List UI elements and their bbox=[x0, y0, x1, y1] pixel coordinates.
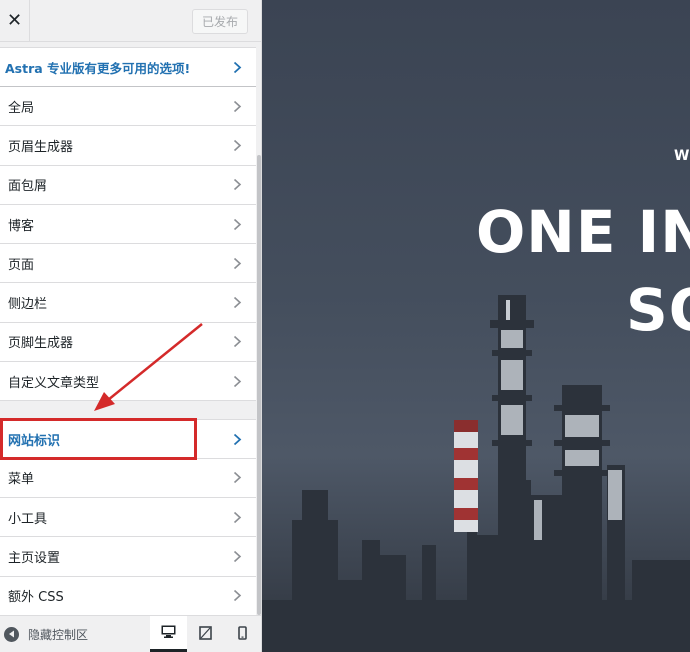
chevron-right-icon bbox=[230, 335, 244, 349]
section-global[interactable]: 全局 bbox=[0, 87, 256, 127]
chevron-right-icon bbox=[230, 510, 244, 524]
collapse-icon bbox=[4, 626, 19, 642]
section-header-builder[interactable]: 页眉生成器 bbox=[0, 126, 256, 166]
customizer-header: ✕ 已发布 bbox=[0, 0, 261, 42]
hero-eyebrow: WE bbox=[674, 148, 690, 164]
site-preview: WE ONE IN SO bbox=[262, 0, 690, 652]
section-additional-css[interactable]: 额外 CSS bbox=[0, 576, 256, 616]
tablet-icon bbox=[199, 625, 212, 644]
section-label: 页脚生成器 bbox=[8, 336, 74, 352]
chevron-right-icon bbox=[230, 432, 244, 446]
panel-scrollbar[interactable] bbox=[257, 155, 261, 615]
section-label: 页面 bbox=[8, 257, 35, 273]
section-label: 额外 CSS bbox=[8, 590, 64, 606]
section-homepage-settings[interactable]: 主页设置 bbox=[0, 537, 256, 577]
section-label: 小工具 bbox=[8, 511, 48, 527]
chevron-right-icon bbox=[230, 99, 244, 113]
section-label: 菜单 bbox=[8, 472, 35, 488]
chevron-right-icon bbox=[230, 296, 244, 310]
section-footer-builder[interactable]: 页脚生成器 bbox=[0, 322, 256, 363]
hero-heading-line-2: SO bbox=[626, 276, 690, 344]
section-blog[interactable]: 博客 bbox=[0, 204, 256, 245]
collapse-label: 隐藏控制区 bbox=[28, 627, 89, 642]
collapse-sidebar-button[interactable]: 隐藏控制区 bbox=[0, 626, 88, 643]
astra-pro-promo[interactable]: Astra 专业版有更多可用的选项! bbox=[0, 47, 256, 87]
chevron-right-icon bbox=[230, 60, 244, 74]
chevron-right-icon bbox=[230, 549, 244, 563]
preview-tablet-button[interactable] bbox=[187, 616, 224, 652]
section-page[interactable]: 页面 bbox=[0, 244, 256, 284]
chevron-right-icon bbox=[230, 374, 244, 388]
chevron-right-icon bbox=[230, 178, 244, 192]
preview-desktop-button[interactable] bbox=[150, 616, 187, 652]
section-label: 全局 bbox=[8, 100, 35, 116]
section-label: 自定义文章类型 bbox=[8, 375, 100, 391]
chevron-right-icon bbox=[230, 217, 244, 231]
section-label: 侧边栏 bbox=[8, 297, 48, 313]
section-widgets[interactable]: 小工具 bbox=[0, 497, 256, 538]
section-label: 主页设置 bbox=[8, 550, 61, 566]
section-label: 面包屑 bbox=[8, 179, 48, 195]
chevron-right-icon bbox=[230, 138, 244, 152]
section-site-identity[interactable]: 网站标识 bbox=[0, 419, 256, 459]
section-label: 网站标识 bbox=[8, 433, 61, 449]
preview-mobile-button[interactable] bbox=[224, 616, 261, 652]
section-label: 页眉生成器 bbox=[8, 139, 74, 155]
close-button[interactable]: ✕ bbox=[0, 0, 30, 41]
section-custom-post-types[interactable]: 自定义文章类型 bbox=[0, 362, 256, 402]
promo-label: Astra 专业版有更多可用的选项! bbox=[5, 60, 191, 76]
device-preview-switcher bbox=[150, 616, 261, 652]
chevron-right-icon bbox=[230, 471, 244, 485]
desktop-icon bbox=[161, 623, 176, 642]
customizer-panel: ✕ 已发布 Astra 专业版有更多可用的选项! 全局 页眉生成器 面包屑 博客… bbox=[0, 0, 262, 652]
mobile-icon bbox=[238, 625, 247, 644]
customizer-menu: Astra 专业版有更多可用的选项! 全局 页眉生成器 面包屑 博客 页面 侧边… bbox=[0, 47, 256, 616]
chevron-right-icon bbox=[230, 256, 244, 270]
section-breadcrumb[interactable]: 面包屑 bbox=[0, 165, 256, 205]
hero-heading-line-1: ONE IN bbox=[476, 198, 690, 266]
publish-button[interactable]: 已发布 bbox=[192, 9, 248, 34]
customizer-footer: 隐藏控制区 bbox=[0, 615, 261, 652]
section-label: 博客 bbox=[8, 218, 35, 234]
section-sidebar[interactable]: 侧边栏 bbox=[0, 283, 256, 323]
section-menus[interactable]: 菜单 bbox=[0, 458, 256, 498]
close-icon: ✕ bbox=[6, 10, 23, 31]
chevron-right-icon bbox=[230, 589, 244, 603]
